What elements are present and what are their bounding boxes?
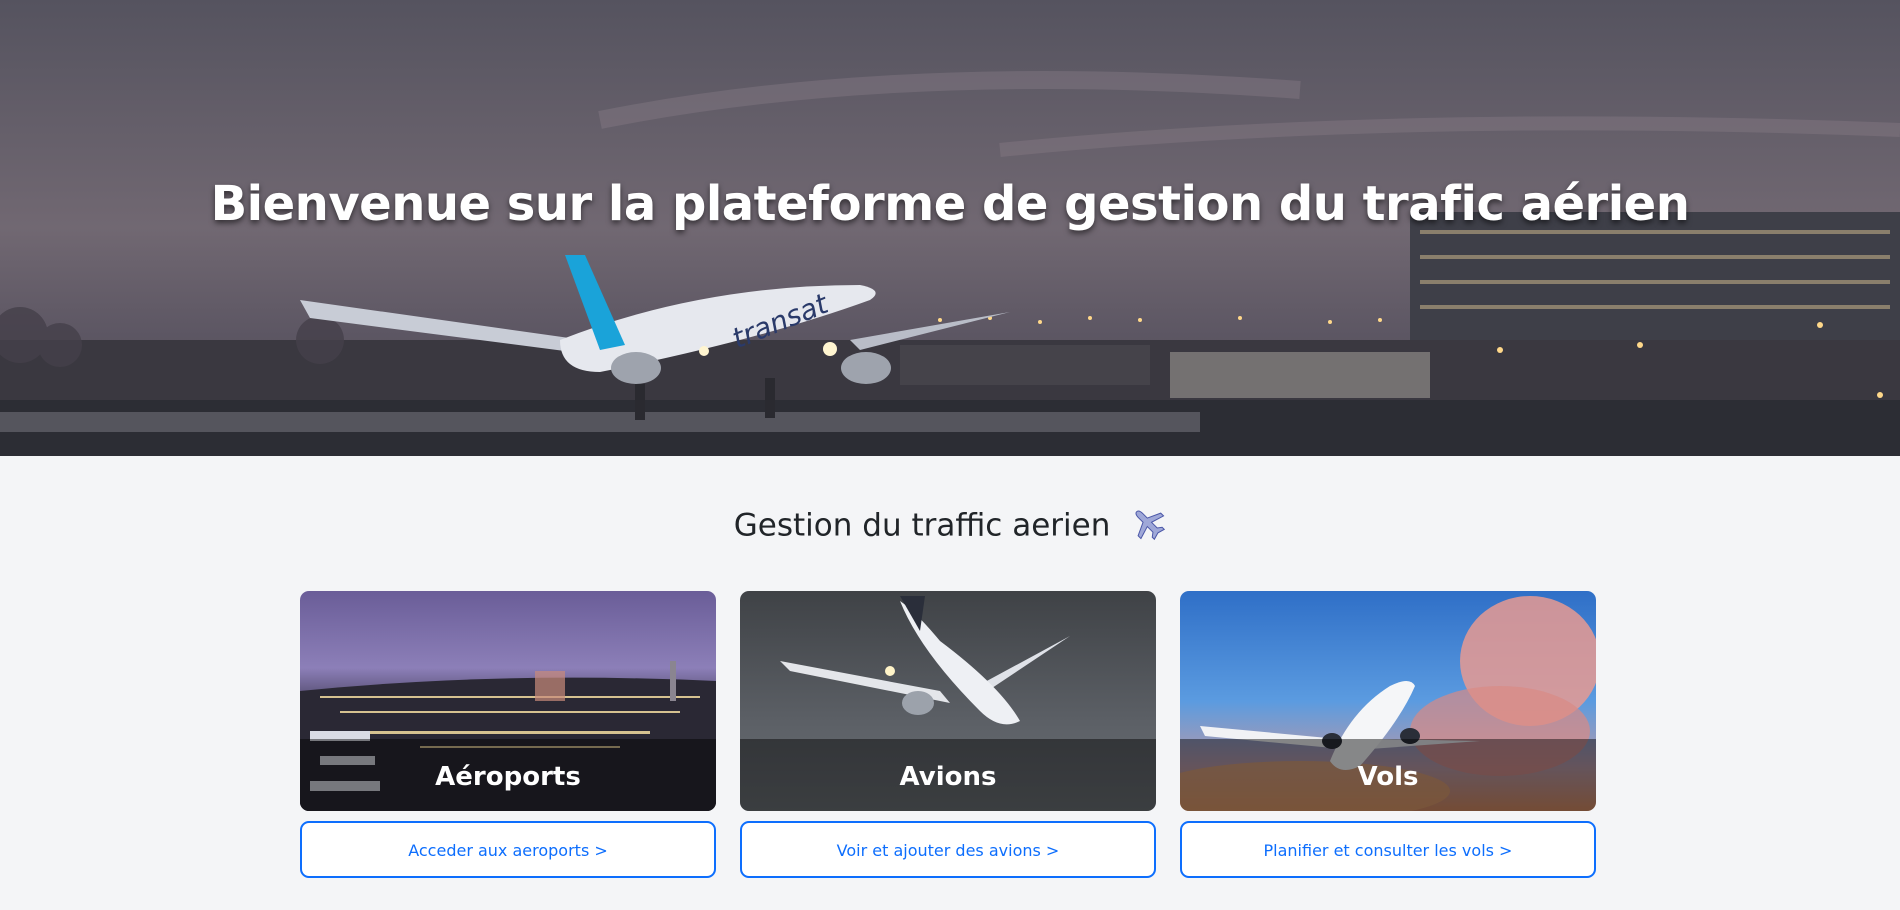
section-heading: Gestion du traffic aerien	[0, 505, 1900, 549]
hero-banner: transat Bienvenue sur la plateforme de g…	[0, 0, 1900, 456]
card-flights-image: Vols	[1180, 591, 1596, 811]
cards-container: Aéroports Acceder aux aeroports > Avions…	[300, 591, 1596, 881]
card-planes: Avions Voir et ajouter des avions >	[740, 591, 1156, 878]
flights-button[interactable]: Planifier et consulter les vols >	[1180, 821, 1596, 878]
card-flights: Vols Planifier et consulter les vols >	[1180, 591, 1596, 878]
card-planes-caption: Avions	[740, 739, 1156, 811]
hero-title: Bienvenue sur la plateforme de gestion d…	[210, 176, 1690, 232]
airplane-icon	[1130, 505, 1166, 549]
card-airports: Aéroports Acceder aux aeroports >	[300, 591, 716, 878]
card-planes-image: Avions	[740, 591, 1156, 811]
planes-button[interactable]: Voir et ajouter des avions >	[740, 821, 1156, 878]
card-airports-caption: Aéroports	[300, 739, 716, 811]
section-title: Gestion du traffic aerien	[733, 507, 1111, 544]
airports-button[interactable]: Acceder aux aeroports >	[300, 821, 716, 878]
card-airports-image: Aéroports	[300, 591, 716, 811]
card-flights-caption: Vols	[1180, 739, 1596, 811]
